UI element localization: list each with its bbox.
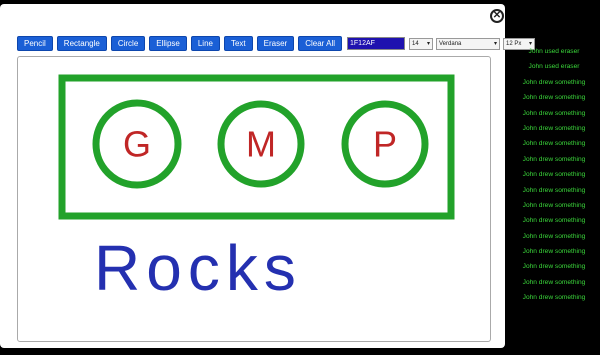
pencil-button[interactable]: Pencil [17,36,53,51]
drawing-surface: G M P Rocks [58,74,455,304]
clear-all-button[interactable]: Clear All [298,36,343,51]
ellipse-button[interactable]: Ellipse [149,36,187,51]
close-icon: ✕ [492,10,502,21]
activity-item: John drew something [522,294,586,302]
activity-item: John drew something [522,155,586,163]
drawn-caption: Rocks [94,232,302,304]
circle-button[interactable]: Circle [110,36,146,51]
activity-item: John drew something [522,263,586,271]
activity-item: John drew something [522,171,586,179]
toolbar: Pencil Rectangle Circle Ellipse Line Tex… [17,36,538,51]
chevron-down-icon: ▾ [494,41,498,47]
activity-item: John drew something [522,186,586,194]
chevron-down-icon: ▾ [427,41,431,47]
activity-item: John drew something [522,232,586,240]
activity-item: John drew something [522,278,586,286]
activity-item: John drew something [522,201,586,209]
activity-item: John drew something [522,94,586,102]
activity-item: John used eraser [528,48,580,55]
activity-item: John used eraser [528,63,580,71]
activity-item: John drew something [522,78,586,86]
activity-item: John drew something [522,109,586,117]
line-button[interactable]: Line [190,36,220,51]
eraser-button[interactable]: Eraser [256,36,295,51]
font-family-select[interactable]: Verdana ▾ [436,37,501,50]
close-button[interactable]: ✕ [490,9,504,23]
whiteboard-modal: ✕ Pencil Rectangle Circle Ellipse Line T… [0,4,536,348]
drawn-letter: P [373,124,397,165]
brush-size-select[interactable]: 14 ▾ [409,37,434,50]
activity-item: John drew something [522,140,586,148]
activity-item: John drew something [522,248,586,256]
drawing-canvas[interactable]: G M P Rocks [17,56,491,342]
text-button[interactable]: Text [223,36,253,51]
drawn-letter: M [246,124,276,165]
font-family-value: Verdana [439,40,462,47]
color-input[interactable]: 1F12AF [347,37,406,50]
brush-size-value: 14 [412,40,419,47]
activity-item: John drew something [522,217,586,225]
rectangle-button[interactable]: Rectangle [56,36,107,51]
activity-log: John used eraser John used eraser John d… [508,44,600,306]
activity-item: John drew something [522,124,586,132]
drawn-letter: G [123,124,151,165]
